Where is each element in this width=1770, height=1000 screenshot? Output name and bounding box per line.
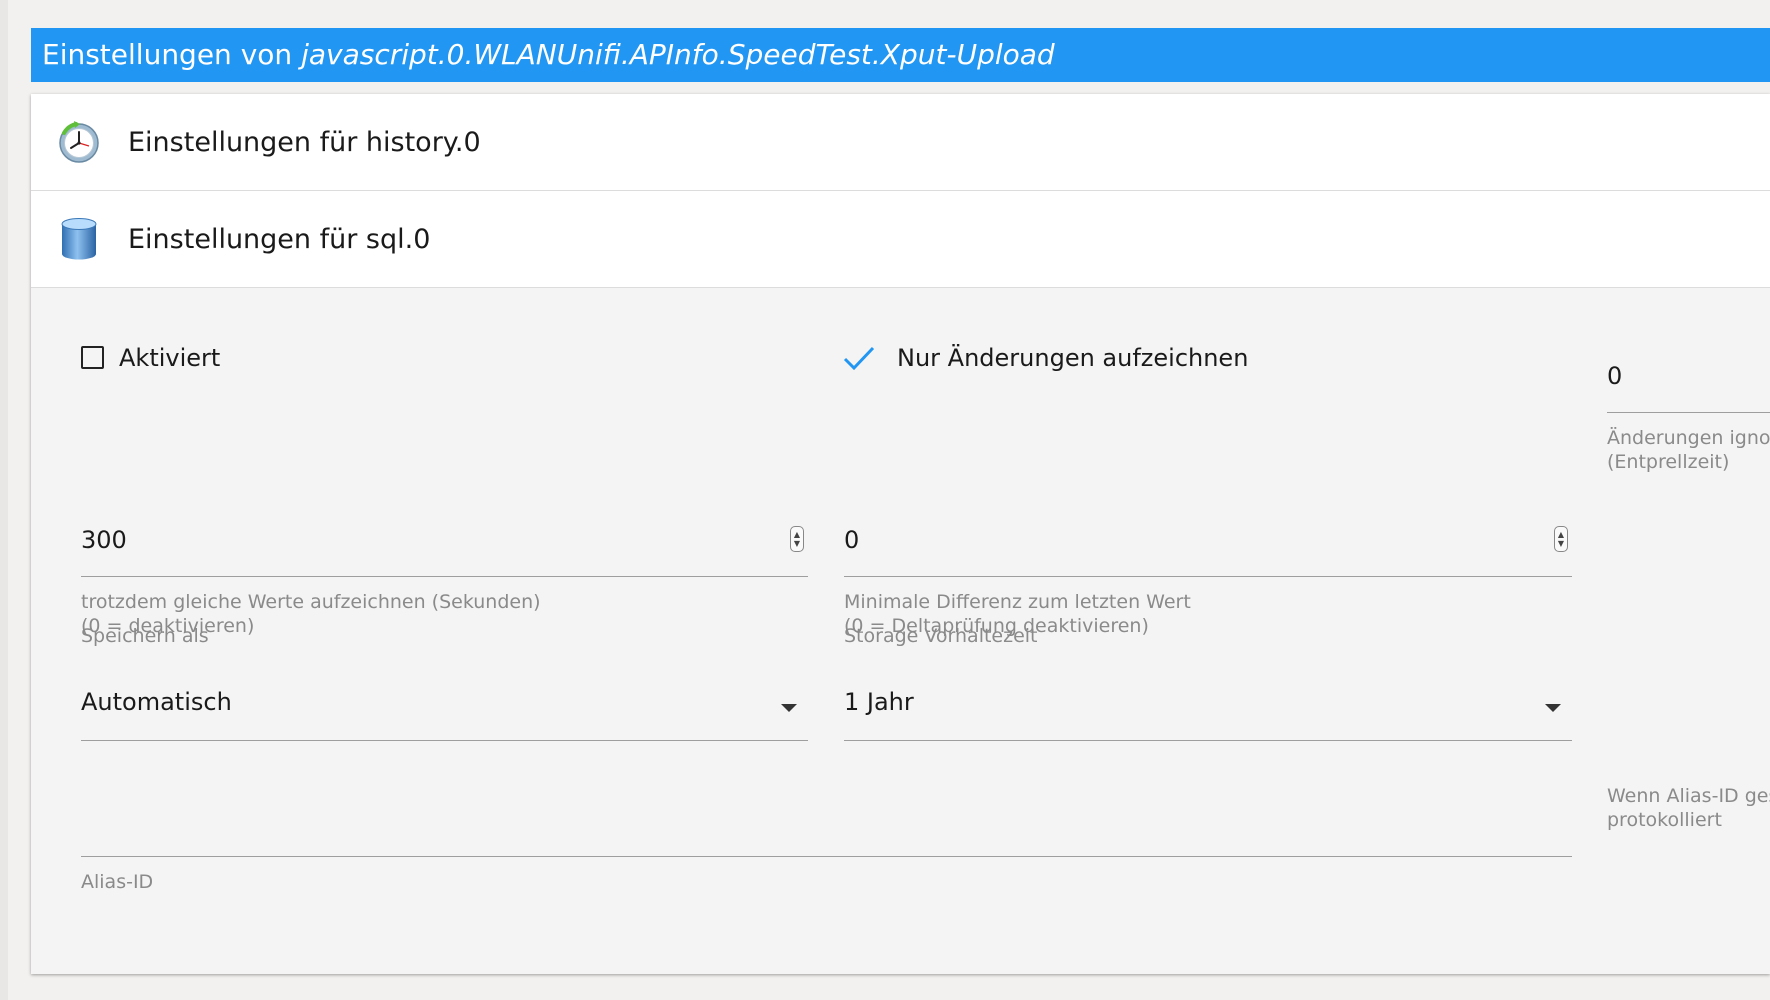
min-diff-help-line1: Minimale Differenz zum letzten Wert [844, 591, 1191, 613]
min-diff-underline [844, 576, 1572, 577]
dialog-title: Einstellungen von javascript.0.WLANUnifi… [31, 28, 1770, 82]
debounce-input[interactable]: 0 [1607, 362, 1622, 390]
accordion-sql[interactable]: Einstellungen für sql.0 [31, 191, 1770, 288]
alias-label: Alias-ID [81, 871, 154, 893]
changes-only-checkmark-icon[interactable] [842, 344, 876, 372]
min-diff-input[interactable]: 0 [844, 526, 859, 554]
debounce-underline [1607, 412, 1770, 413]
clock-icon [59, 121, 99, 163]
same-values-help-line1: trotzdem gleiche Werte aufzeichnen (Seku… [81, 591, 541, 613]
stepper-down-icon: ▼ [1557, 539, 1565, 548]
changes-only-label[interactable]: Nur Änderungen aufzeichnen [897, 344, 1248, 372]
dialog-title-prefix: Einstellungen von [42, 38, 293, 71]
stepper-up-icon: ▲ [1557, 530, 1565, 539]
retention-label: Storage Vorhaltezeit [844, 625, 1038, 647]
min-diff-stepper[interactable]: ▲ ▼ [1554, 526, 1568, 552]
same-values-stepper[interactable]: ▲ ▼ [790, 526, 804, 552]
debounce-help-line1: Änderungen ignori [1607, 427, 1770, 449]
database-icon [61, 218, 97, 260]
debounce-help-line2: (Entprellzeit) [1607, 451, 1730, 473]
same-values-input[interactable]: 300 [81, 526, 127, 554]
dialog-title-object-id: javascript.0.WLANUnifi.APInfo.SpeedTest.… [301, 38, 1055, 71]
store-as-label: Speichern als [81, 625, 209, 647]
retention-underline [844, 740, 1572, 741]
same-values-underline [81, 576, 808, 577]
alias-underline [81, 856, 1572, 857]
retention-select[interactable]: 1 Jahr [844, 688, 914, 716]
retention-chevron-down-icon[interactable] [1545, 704, 1561, 712]
stepper-up-icon: ▲ [793, 530, 801, 539]
enabled-label[interactable]: Aktiviert [119, 344, 220, 372]
accordion-history[interactable]: Einstellungen für history.0 [31, 94, 1770, 191]
settings-panel: Einstellungen für history.0 Einstellunge… [31, 94, 1770, 974]
alias-help-line2: protokolliert [1607, 809, 1722, 831]
store-as-chevron-down-icon[interactable] [781, 704, 797, 712]
left-rail [0, 0, 8, 1000]
store-as-underline [81, 740, 808, 741]
accordion-history-title: Einstellungen für history.0 [128, 127, 481, 158]
store-as-select[interactable]: Automatisch [81, 688, 232, 716]
alias-help-line1: Wenn Alias-ID ges [1607, 785, 1770, 807]
enabled-checkbox[interactable] [81, 346, 104, 369]
stepper-down-icon: ▼ [793, 539, 801, 548]
accordion-sql-title: Einstellungen für sql.0 [128, 224, 431, 255]
